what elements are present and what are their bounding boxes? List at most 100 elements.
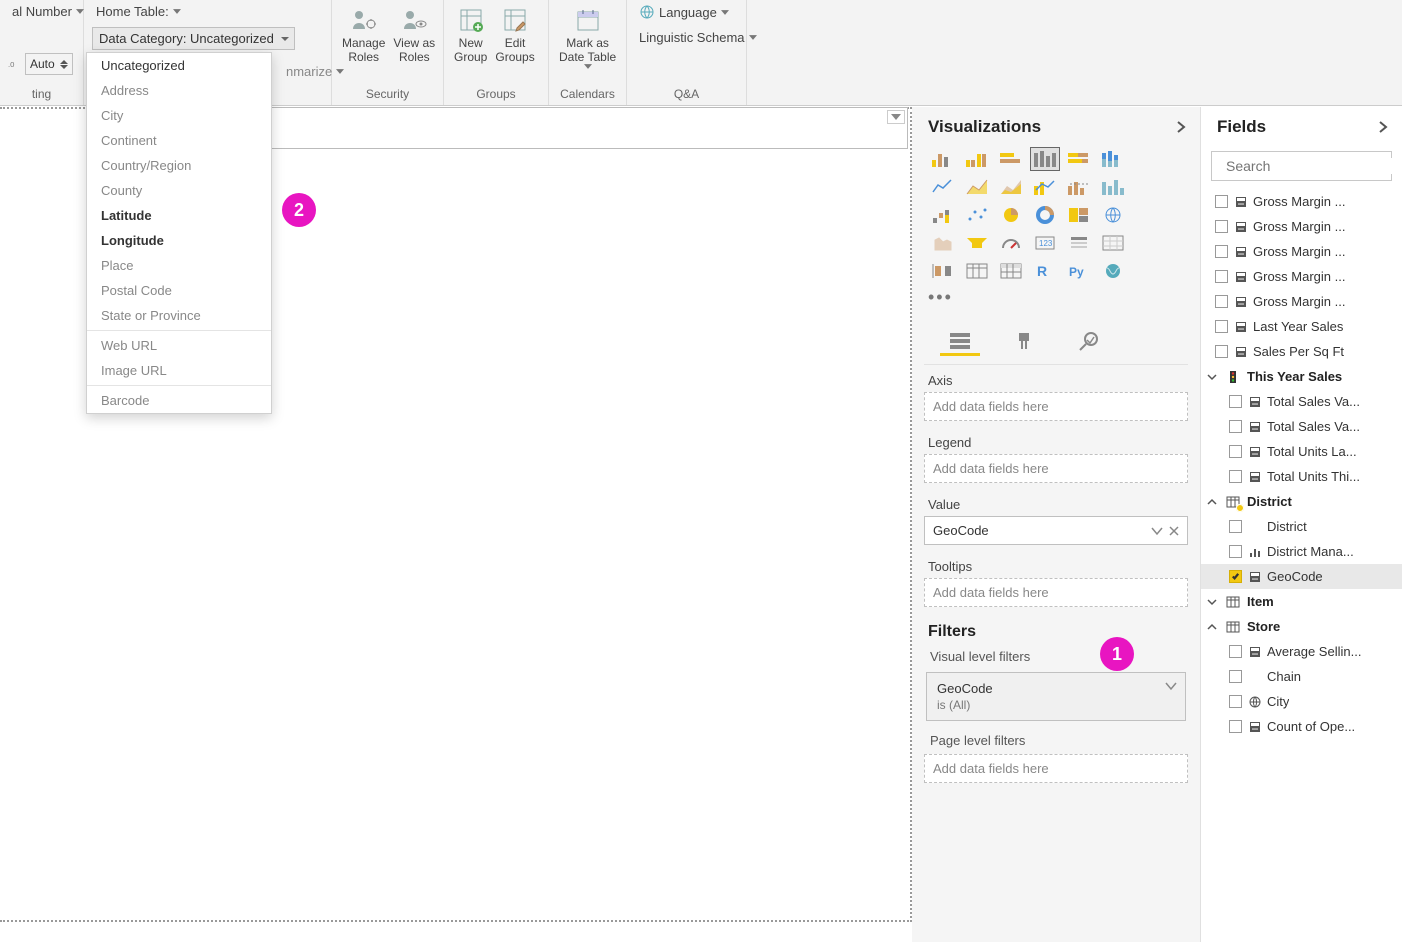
viz-tile[interactable] — [928, 147, 958, 171]
axis-well[interactable]: Add data fields here — [924, 392, 1188, 421]
value-well[interactable]: GeoCode — [924, 516, 1188, 545]
data-category-option[interactable]: Uncategorized — [87, 53, 271, 78]
language-dropdown[interactable]: Language — [635, 2, 733, 22]
field-item[interactable]: District — [1201, 514, 1402, 539]
visual-options-dropdown[interactable] — [887, 110, 905, 124]
data-category-option[interactable]: Address — [87, 78, 271, 103]
field-checkbox[interactable] — [1229, 395, 1242, 408]
field-checkbox[interactable] — [1215, 320, 1228, 333]
visualizations-header[interactable]: Visualizations — [912, 107, 1200, 147]
viz-tile[interactable] — [1064, 175, 1094, 199]
viz-tile[interactable] — [1098, 175, 1128, 199]
field-item[interactable]: District Mana... — [1201, 539, 1402, 564]
filter-card-geocode[interactable]: GeoCode is (All) — [926, 672, 1186, 721]
field-checkbox[interactable] — [1215, 245, 1228, 258]
edit-groups-button[interactable]: Edit Groups — [493, 2, 536, 64]
field-checkbox[interactable] — [1229, 670, 1242, 683]
field-checkbox[interactable] — [1229, 520, 1242, 533]
field-checkbox[interactable] — [1229, 645, 1242, 658]
chevron-down-icon[interactable] — [1151, 526, 1163, 536]
data-category-menu[interactable]: UncategorizedAddressCityContinentCountry… — [86, 52, 272, 414]
viz-tile[interactable] — [996, 259, 1026, 283]
analytics-tab[interactable] — [1068, 328, 1108, 356]
data-category-option[interactable]: Continent — [87, 128, 271, 153]
fields-header[interactable]: Fields — [1201, 107, 1402, 147]
field-item[interactable]: Gross Margin ... — [1201, 239, 1402, 264]
viz-tile[interactable] — [962, 231, 992, 255]
field-item[interactable]: Total Units La... — [1201, 439, 1402, 464]
field-checkbox[interactable] — [1229, 545, 1242, 558]
decimal-places-stepper[interactable]: Auto — [25, 53, 73, 75]
viz-tile[interactable] — [962, 203, 992, 227]
field-item[interactable]: Sales Per Sq Ft — [1201, 339, 1402, 364]
field-checkbox[interactable] — [1215, 270, 1228, 283]
format-tab[interactable] — [1004, 328, 1044, 356]
data-category-option[interactable]: State or Province — [87, 303, 271, 328]
field-item[interactable]: Chain — [1201, 664, 1402, 689]
viz-tile[interactable] — [1098, 147, 1128, 171]
viz-tile[interactable] — [962, 259, 992, 283]
viz-tile[interactable] — [928, 203, 958, 227]
viz-tile[interactable] — [928, 259, 958, 283]
viz-tile[interactable] — [962, 175, 992, 199]
viz-tile[interactable] — [996, 231, 1026, 255]
viz-tile[interactable] — [1064, 231, 1094, 255]
field-item[interactable]: Total Sales Va... — [1201, 389, 1402, 414]
field-checkbox[interactable] — [1229, 470, 1242, 483]
field-checkbox[interactable] — [1215, 295, 1228, 308]
viz-tile[interactable]: R — [1030, 259, 1060, 283]
viz-tile[interactable]: 123 — [1030, 231, 1060, 255]
fields-search-box[interactable] — [1211, 151, 1392, 181]
viz-tile[interactable] — [996, 203, 1026, 227]
data-category-option[interactable]: County — [87, 178, 271, 203]
data-category-option[interactable]: Web URL — [87, 333, 271, 358]
new-group-button[interactable]: New Group — [452, 2, 489, 64]
viz-tile[interactable] — [1064, 203, 1094, 227]
field-checkbox[interactable] — [1229, 570, 1242, 583]
field-table-district[interactable]: District — [1201, 489, 1402, 514]
data-category-option[interactable]: Image URL — [87, 358, 271, 383]
manage-roles-button[interactable]: Manage Roles — [340, 2, 387, 64]
view-as-roles-button[interactable]: View as Roles — [391, 2, 437, 64]
viz-tile[interactable] — [1064, 147, 1094, 171]
home-table-dropdown[interactable]: Home Table: — [92, 2, 185, 21]
data-category-option[interactable]: Place — [87, 253, 271, 278]
viz-tile[interactable] — [1030, 175, 1060, 199]
field-table-item[interactable]: Item — [1201, 589, 1402, 614]
field-item[interactable]: Count of Ope... — [1201, 714, 1402, 739]
data-type-dropdown[interactable]: al Number — [8, 2, 88, 21]
stepper-arrows[interactable] — [60, 60, 68, 69]
data-category-option[interactable]: Longitude — [87, 228, 271, 253]
field-item[interactable]: Gross Margin ... — [1201, 189, 1402, 214]
field-checkbox[interactable] — [1215, 345, 1228, 358]
field-table-store[interactable]: Store — [1201, 614, 1402, 639]
field-checkbox[interactable] — [1229, 420, 1242, 433]
tooltips-well[interactable]: Add data fields here — [924, 578, 1188, 607]
viz-tile[interactable] — [1098, 203, 1128, 227]
data-category-option[interactable]: Postal Code — [87, 278, 271, 303]
field-item[interactable]: Gross Margin ... — [1201, 264, 1402, 289]
field-checkbox[interactable] — [1229, 695, 1242, 708]
field-item[interactable]: Average Sellin... — [1201, 639, 1402, 664]
field-table-this-year-sales[interactable]: This Year Sales — [1201, 364, 1402, 389]
field-item[interactable]: City — [1201, 689, 1402, 714]
field-item[interactable]: Gross Margin ... — [1201, 214, 1402, 239]
remove-field-icon[interactable] — [1169, 526, 1179, 536]
viz-tile[interactable] — [996, 175, 1026, 199]
visualization-more[interactable]: ••• — [912, 287, 1200, 312]
data-category-option[interactable]: City — [87, 103, 271, 128]
viz-tile[interactable] — [928, 231, 958, 255]
viz-tile[interactable] — [962, 147, 992, 171]
viz-tile[interactable] — [1098, 231, 1128, 255]
field-checkbox[interactable] — [1215, 220, 1228, 233]
mark-date-table-button[interactable]: Mark as Date Table — [557, 2, 618, 69]
data-category-option[interactable]: Latitude — [87, 203, 271, 228]
field-item[interactable]: GeoCode — [1201, 564, 1402, 589]
viz-tile[interactable] — [1030, 147, 1060, 171]
chevron-down-icon[interactable] — [1165, 679, 1177, 694]
field-checkbox[interactable] — [1229, 720, 1242, 733]
data-category-option[interactable]: Barcode — [87, 388, 271, 413]
fields-tab[interactable] — [940, 328, 980, 356]
field-item[interactable]: Total Units Thi... — [1201, 464, 1402, 489]
field-item[interactable]: Total Sales Va... — [1201, 414, 1402, 439]
